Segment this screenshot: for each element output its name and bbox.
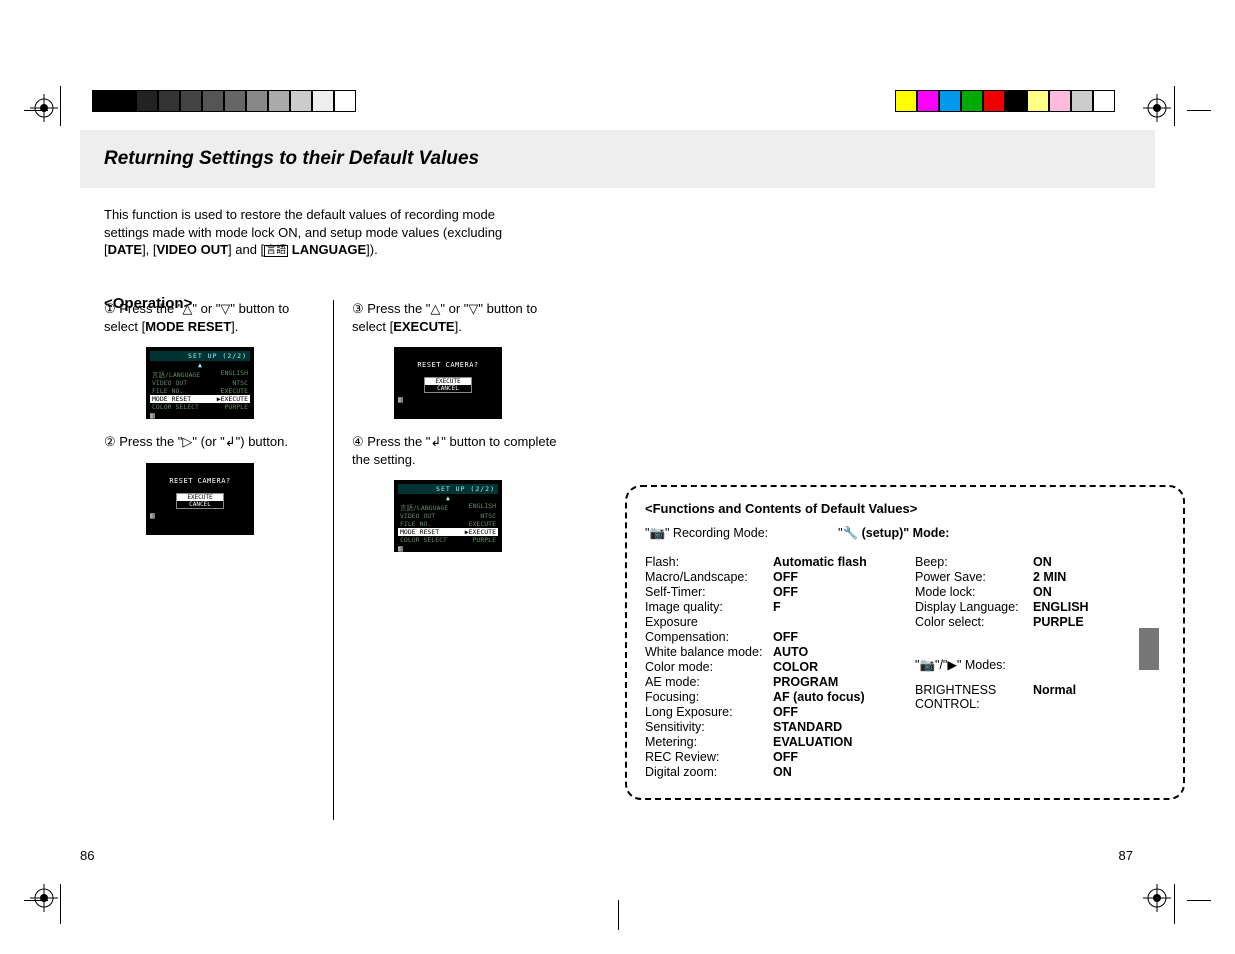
language-icon: 言語 (264, 245, 288, 257)
brightness-label: BRIGHTNESS CONTROL: (915, 683, 1033, 711)
intro-text: This function is used to restore the def… (104, 207, 502, 240)
default-row: Mode lock:ON (915, 585, 1165, 599)
registration-mark-icon (1143, 94, 1175, 126)
crop-line (24, 900, 48, 901)
color-calibration-bar (895, 90, 1115, 112)
lcd-setup-screen: SET UP (2/2) ▲ 言語/LANGUAGEENGLISHVIDEO O… (146, 347, 254, 419)
intro-lang-bold: LANGUAGE (288, 242, 366, 257)
default-row: REC Review:OFF (645, 750, 895, 764)
crop-line (60, 86, 61, 126)
recording-mode-header: "📷" Recording Mode: (645, 526, 768, 541)
default-row: Flash:Automatic flash (645, 555, 895, 569)
page-number-left: 86 (80, 848, 94, 863)
default-row: Image quality:F (645, 600, 895, 614)
defaults-recording-col: Flash:Automatic flashMacro/Landscape:OFF… (645, 555, 895, 780)
lcd-reset-confirm: RESET CAMERA? EXECUTE CANCEL ▥ (146, 463, 254, 535)
intro-video-bold: VIDEO OUT (157, 242, 229, 257)
default-row: Power Save:2 MIN (915, 570, 1165, 584)
crop-line (1187, 110, 1211, 111)
default-row: AE mode:PROGRAM (645, 675, 895, 689)
default-row: Beep:ON (915, 555, 1165, 569)
default-row: Focusing:AF (auto focus) (645, 690, 895, 704)
crop-line (60, 884, 61, 924)
crop-line (1174, 86, 1175, 126)
step-3: ③ Press the "△" or "▽" button to select … (352, 300, 567, 335)
default-row: Metering:EVALUATION (645, 735, 895, 749)
default-row: Self-Timer:OFF (645, 585, 895, 599)
default-row: Display Language:ENGLISH (915, 600, 1165, 614)
crop-line (1187, 900, 1211, 901)
fold-mark (618, 900, 619, 930)
operation-col-1: ① Press the "△" or "▽" button to select … (104, 300, 333, 820)
default-row: Color select:PURPLE (915, 615, 1165, 629)
intro-date-bold: DATE (108, 242, 142, 257)
operation-col-2: ③ Press the "△" or "▽" button to select … (333, 300, 581, 820)
section-title: Returning Settings to their Default Valu… (104, 148, 1131, 170)
section-title-band: Returning Settings to their Default Valu… (80, 130, 1155, 188)
lcd-setup-screen: SET UP (2/2) ▲ 言語/LANGUAGEENGLISHVIDEO O… (394, 480, 502, 552)
brightness-value: Normal (1033, 683, 1076, 711)
defaults-heading: <Functions and Contents of Default Value… (645, 501, 1165, 516)
defaults-box: <Functions and Contents of Default Value… (625, 485, 1185, 800)
crop-line (24, 110, 48, 111)
lcd-reset-confirm: RESET CAMERA? EXECUTE CANCEL ▥ (394, 347, 502, 419)
step-4: ④ Press the "↲" button to complete the s… (352, 433, 567, 468)
setup-mode-header: "🔧 (setup)" Mode: (838, 526, 949, 541)
step-2: ② Press the "▷" (or "↲") button. (104, 433, 319, 451)
default-row: Digital zoom:ON (645, 765, 895, 779)
intro-paragraph: This function is used to restore the def… (104, 206, 524, 259)
default-row: Compensation:OFF (645, 630, 895, 644)
camera-icon: 📷 (919, 658, 935, 672)
default-row: Color mode:COLOR (645, 660, 895, 674)
default-row: Sensitivity:STANDARD (645, 720, 895, 734)
thumb-tab (1139, 628, 1159, 670)
default-row: White balance mode:AUTO (645, 645, 895, 659)
camera-icon: 📷 (649, 526, 665, 540)
crop-line (1174, 884, 1175, 924)
grayscale-calibration-bar (92, 90, 356, 112)
defaults-setup-col: Beep:ONPower Save:2 MINMode lock:ONDispl… (915, 555, 1165, 780)
default-row: Exposure (645, 615, 895, 629)
play-rec-modes-header: "📷"/"▶" Modes: (915, 657, 1165, 673)
step-1: ① Press the "△" or "▽" button to select … (104, 300, 319, 335)
default-row: Long Exposure:OFF (645, 705, 895, 719)
page-number-right: 87 (1119, 848, 1133, 863)
default-row: Macro/Landscape:OFF (645, 570, 895, 584)
